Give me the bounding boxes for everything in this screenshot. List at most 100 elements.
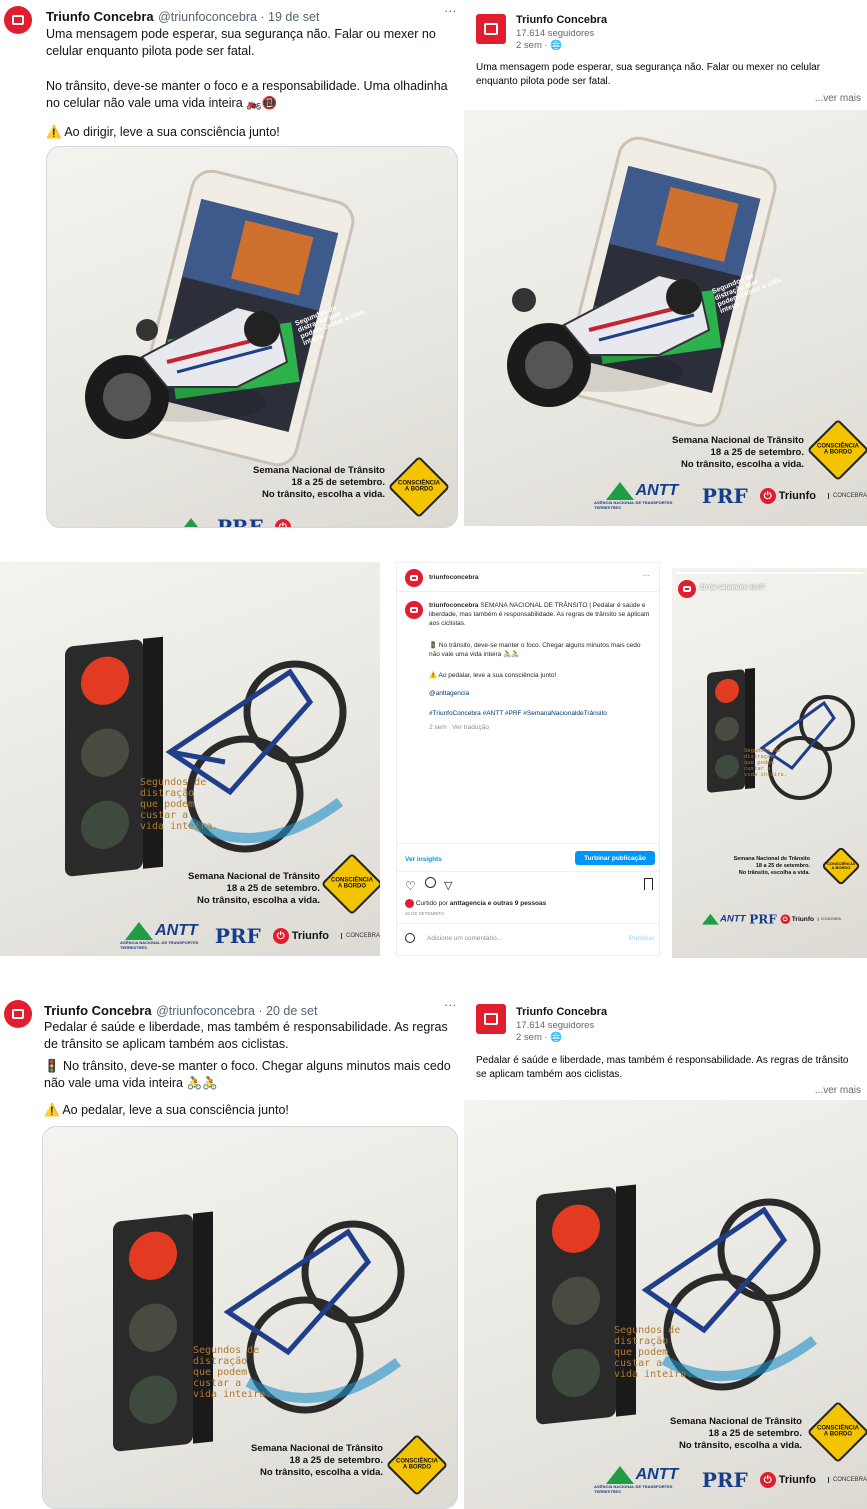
campaign-line-2: 18 a 25 de setembro. (291, 476, 385, 488)
campaign-line-2: 18 a 25 de setembro. (708, 1427, 802, 1439)
avatar[interactable] (4, 6, 32, 34)
see-more-link[interactable]: ...ver mais (815, 1085, 861, 1096)
comment-input[interactable]: Adicione um comentário... (427, 934, 502, 943)
antt-subtitle: AGÊNCIA NACIONAL DE TRANSPORTES TERRESTR… (594, 1484, 673, 1494)
campaign-caption: Semana Nacional de Trânsito 18 a 25 de s… (614, 435, 804, 471)
post-text: Pedalar é saúde e liberdade, mas também … (476, 1055, 849, 1080)
tweet-text-2: No trânsito, deve-se manter o foco e a r… (46, 79, 448, 110)
concebra-text: CONCEBRA (827, 493, 867, 499)
campaign-line-3: No trânsito, escolha a vida. (259, 1466, 383, 1478)
author-handle[interactable]: @triunfoconcebra · 19 de set (158, 10, 319, 24)
triunfo-text: Triunfo (791, 915, 815, 923)
prf-logo: PRF (214, 924, 261, 948)
bike-overlay-text: Segundos de distração que podem custar a… (140, 777, 219, 832)
campaign-caption: Semana Nacional de Trânsito 18 a 25 de s… (692, 856, 810, 877)
comment-icon[interactable] (425, 877, 436, 888)
followers-count[interactable]: 17.614 seguidores (516, 1020, 594, 1031)
campaign-caption: Semana Nacional de Trânsito 18 a 25 de s… (612, 1416, 802, 1452)
tweet-text-3: ⚠️ Ao dirigir, leve a sua consciência ju… (46, 125, 280, 139)
post-image[interactable]: Segundos de distração que podem custar a… (46, 146, 458, 528)
more-options-icon[interactable]: ··· (444, 4, 457, 18)
caption-username[interactable]: triunfoconcebra (429, 602, 478, 609)
share-icon[interactable]: ▽ (444, 879, 452, 892)
emoji-icon[interactable] (405, 933, 415, 943)
more-options-icon[interactable]: ··· (643, 571, 650, 580)
triunfo-text: Triunfo (291, 930, 329, 942)
antt-logo: ANTT AGÊNCIA NACIONAL DE TRANSPORTES TER… (594, 1466, 690, 1494)
antt-text: ANTT (635, 1466, 679, 1483)
campaign-line-1: Semana Nacional de Trânsito (188, 871, 320, 882)
campaign-line-3: No trânsito, escolha a vida. (680, 458, 804, 470)
view-insights-link[interactable]: Ver insights (405, 855, 442, 864)
sign-text: CONSCIÊNCIA A BORDO (816, 443, 860, 456)
author-handle[interactable]: @triunfoconcebra · 20 de set (156, 1004, 317, 1018)
antt-text: ANTT (155, 922, 198, 939)
sponsor-logos: PRF ⏻ (177, 515, 291, 528)
tweet-text-1: Uma mensagem pode esperar, sua segurança… (46, 27, 436, 58)
boost-post-button[interactable]: Turbinar publicação (575, 851, 655, 865)
sign-text: CONSCIÊNCIA A BORDO (330, 877, 374, 890)
post-image[interactable]: Segundos de distração que podem custar a… (464, 1100, 867, 1509)
liked-names[interactable]: anttagencia e outras 9 pessoas (450, 900, 546, 907)
campaign-line-2: 18 a 25 de setembro. (710, 446, 804, 458)
caption-avatar[interactable] (405, 601, 423, 619)
hashtags[interactable]: #TriunfoConcebra #ANTT #PRF #SemanaNacio… (429, 709, 651, 718)
campaign-line-2: 18 a 25 de setembro. (226, 882, 320, 894)
publish-button[interactable]: Publicar (629, 934, 655, 943)
campaign-line-2: 18 a 25 de setembro. (755, 862, 810, 869)
sponsor-logos: ANTT PRF ⏻ Triunfo CONCEBRA (702, 912, 841, 926)
instagram-story: 20 de setembro 11:57 Segundos de distraç… (672, 568, 867, 958)
antt-text: ANTT (635, 482, 679, 499)
heart-icon[interactable]: ♡ (405, 879, 416, 893)
antt-logo: ANTT AGÊNCIA NACIONAL DE TRANSPORTES TER… (120, 922, 203, 950)
liked-prefix: Curtido por (415, 900, 450, 908)
campaign-line-1: Semana Nacional de Trânsito (670, 1416, 802, 1427)
post-meta[interactable]: 2 sem Ver tradução (429, 723, 489, 732)
page-name[interactable]: Triunfo Concebra (516, 14, 607, 26)
post-image[interactable]: Segundos de distração que podem custar a… (42, 1126, 458, 1509)
liked-by[interactable]: Curtido por anttagencia e outras 9 pesso… (405, 899, 546, 908)
page-name[interactable]: Triunfo Concebra (516, 1006, 607, 1018)
post-time[interactable]: 2 sem · 🌐 (516, 40, 562, 51)
see-more-link[interactable]: ...ver mais (815, 93, 861, 104)
sign-text: CONSCIÊNCIA A BORDO (826, 860, 856, 870)
tweet-text-2: 🚦 No trânsito, deve-se manter o foco. Ch… (44, 1059, 451, 1090)
antt-logo: ANTT AGÊNCIA NACIONAL DE TRANSPORTES TER… (594, 482, 690, 510)
antt-logo: ANTT (702, 913, 746, 925)
sign-text: CONSCIÊNCIA A BORDO (816, 1425, 860, 1438)
campaign-line-1: Semana Nacional de Trânsito (253, 465, 385, 476)
avatar[interactable] (405, 569, 423, 587)
author-name[interactable]: Triunfo Concebra (44, 1003, 152, 1018)
antt-subtitle: AGÊNCIA NACIONAL DE TRANSPORTES TERRESTR… (120, 940, 199, 950)
mention-link[interactable]: @anttagencia (429, 689, 469, 698)
avatar[interactable] (4, 1000, 32, 1028)
antt-text: ANTT (720, 913, 746, 924)
post-image[interactable]: Segundos de distração que podem custar a… (464, 110, 867, 526)
concebra-text: CONCEBRA (817, 917, 841, 921)
post-time[interactable]: 2 sem · 🌐 (516, 1032, 562, 1043)
followers-count[interactable]: 17.614 seguidores (516, 28, 594, 39)
prf-logo: PRF (217, 515, 263, 528)
page-avatar[interactable] (476, 14, 506, 44)
caption-line-2: 🚦 No trânsito, deve-se manter o foco. Ch… (429, 642, 641, 658)
page-avatar[interactable] (476, 1004, 506, 1034)
bookmark-icon[interactable] (644, 878, 653, 890)
campaign-line-3: No trânsito, escolha a vida. (678, 1439, 802, 1451)
campaign-caption: Semana Nacional de Trânsito 18 a 25 de s… (193, 1443, 383, 1479)
prf-logo: PRF (701, 484, 748, 508)
antt-subtitle: AGÊNCIA NACIONAL DE TRANSPORTES TERRESTR… (594, 500, 673, 510)
triunfo-logo: ⏻ Triunfo (759, 488, 816, 504)
triunfo-text: Triunfo (778, 1474, 816, 1486)
more-options-icon[interactable]: ··· (444, 998, 457, 1012)
ig-username[interactable]: triunfoconcebra (429, 573, 478, 582)
post-date: 20 DE SETEMBRO (405, 911, 445, 916)
campaign-line-2: 18 a 25 de setembro. (289, 1454, 383, 1466)
campaign-line-1: Semana Nacional de Trânsito (672, 435, 804, 446)
campaign-line-3: No trânsito, escolha a vida. (261, 488, 385, 500)
tweet-text-3: ⚠️ Ao pedalar, leve a sua consciência ju… (44, 1103, 289, 1117)
antt-logo (177, 518, 205, 527)
prf-logo: PRF (749, 912, 777, 927)
author-name[interactable]: Triunfo Concebra (46, 9, 154, 24)
tweet-text-1: Pedalar é saúde e liberdade, mas também … (44, 1020, 448, 1051)
campaign-line-3: No trânsito, escolha a vida. (196, 894, 320, 906)
